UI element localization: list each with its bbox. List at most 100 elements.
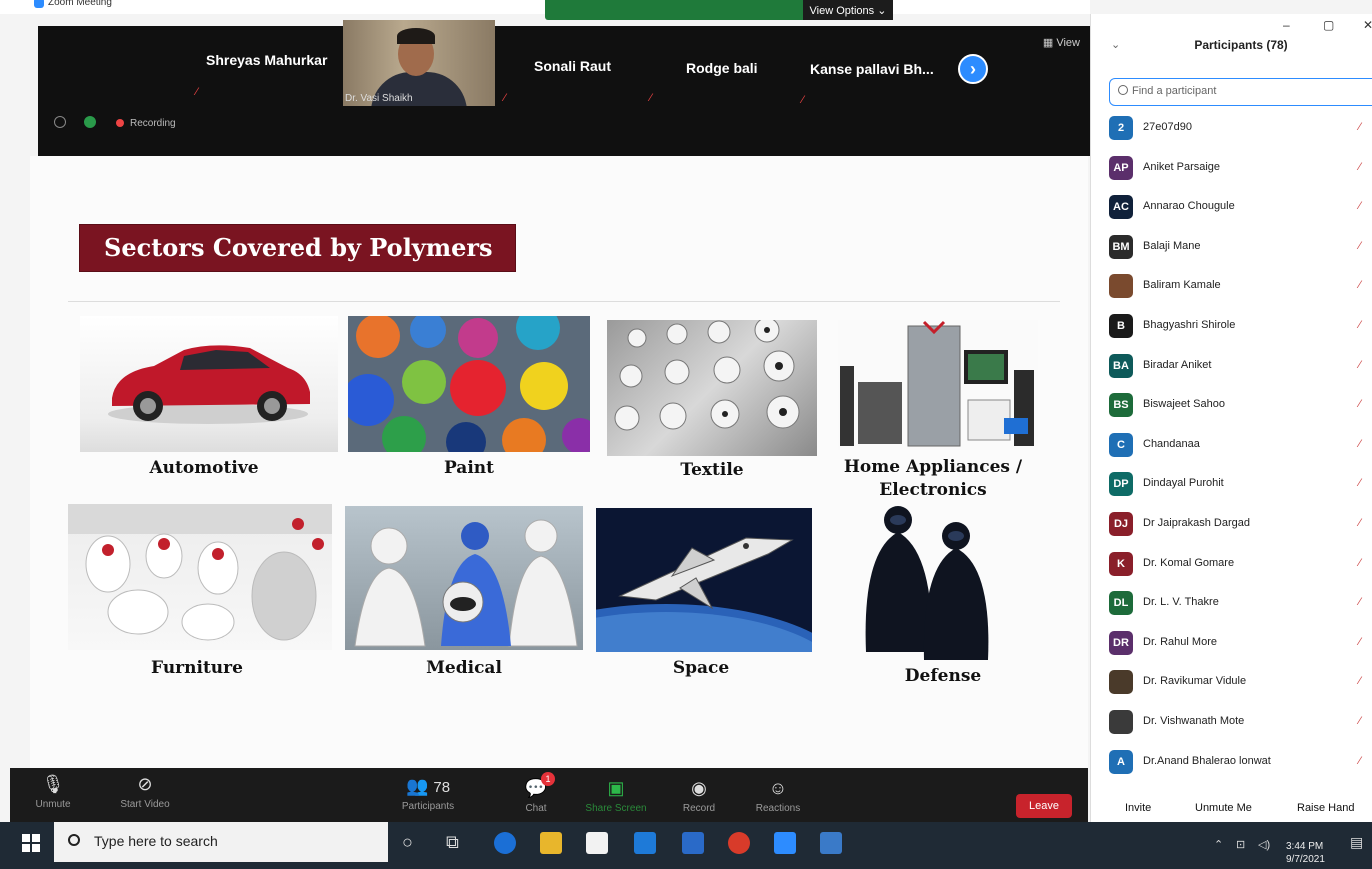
participant-row[interactable]: DR Dr. Rahul More ⁄ (1109, 630, 1372, 657)
participant-name: Biradar Aniket (1143, 358, 1212, 371)
participant-row[interactable]: DL Dr. L. V. Thakre ⁄ (1109, 591, 1372, 617)
participant-avatar: A (1109, 749, 1133, 774)
muted-mic-icon[interactable]: ⁄ (1359, 755, 1361, 767)
participant-name: Dindayal Purohit (1143, 477, 1224, 490)
sector-label: Automotive (149, 458, 259, 478)
notifications-icon[interactable]: ▤ (1350, 834, 1363, 851)
share-screen-label: Share Screen (585, 803, 647, 814)
muted-mic-icon[interactable]: ⁄ (1359, 200, 1361, 212)
muted-mic-icon[interactable]: ⁄ (1359, 319, 1361, 331)
muted-mic-icon[interactable]: ⁄ (1359, 438, 1361, 450)
participant-row[interactable]: DP Dindayal Purohit ⁄ (1109, 472, 1372, 498)
next-page-arrow-icon[interactable]: › (958, 54, 988, 84)
muted-mic-icon[interactable]: ⁄ (1359, 279, 1361, 291)
clock-time: 3:44 PM (1286, 841, 1324, 852)
share-screen-button[interactable]: ▣ Share Screen (576, 778, 656, 814)
participant-row[interactable]: Baliram Kamale ⁄ (1109, 274, 1372, 300)
muted-mic-icon[interactable]: ⁄ (1359, 636, 1361, 648)
muted-mic-icon[interactable]: ⁄ (1359, 557, 1361, 569)
reactions-icon: ☺ (768, 778, 788, 798)
recording-label: Recording (130, 118, 176, 129)
teams-icon[interactable] (682, 832, 704, 854)
participants-button[interactable]: 👥 78 Participants (398, 776, 458, 812)
participant-name: Aniket Parsaige (1143, 160, 1221, 173)
participant-name: Biswajeet Sahoo (1143, 398, 1225, 411)
participants-count: 78 (433, 779, 451, 796)
reactions-button[interactable]: ☺ Reactions (750, 778, 806, 814)
chrome-icon[interactable] (728, 832, 750, 854)
active-speaker-video[interactable]: Dr. Vasi Shaikh (343, 20, 495, 106)
video-off-icon: ⊘ (137, 774, 153, 794)
reactions-label: Reactions (755, 803, 801, 814)
network-icon[interactable]: ⊡ (1236, 838, 1245, 851)
participant-row[interactable]: BA Biradar Aniket ⁄ (1109, 353, 1372, 380)
record-button[interactable]: ◉ Record (676, 778, 722, 814)
view-options-button[interactable]: View Options ⌄ (803, 0, 893, 20)
unmute-button[interactable]: 🎙 Unmute (28, 774, 78, 810)
close-icon[interactable]: ✕ (1363, 18, 1372, 32)
muted-mic-icon: ⁄ (802, 94, 804, 106)
muted-mic-icon[interactable]: ⁄ (1359, 477, 1361, 489)
raise-hand-button[interactable]: Raise Hand (1297, 802, 1354, 814)
store-icon[interactable] (586, 832, 608, 854)
participant-search-input[interactable]: Find a participant (1109, 78, 1372, 106)
maximize-icon[interactable]: ▢ (1323, 18, 1334, 32)
photos-icon[interactable] (820, 832, 842, 854)
taskbar-search-box[interactable]: Type here to search (54, 822, 388, 862)
muted-mic-icon[interactable]: ⁄ (1359, 121, 1361, 133)
participant-name: Dr. Ravikumar Vidule (1143, 675, 1247, 688)
participant-row[interactable]: Dr. Vishwanath Mote ⁄ (1109, 710, 1372, 736)
appliances-icon (840, 320, 1034, 447)
cortana-icon[interactable]: ○ (402, 832, 413, 853)
taskbar-clock[interactable]: 3:44 PM 9/7/2021 (1286, 840, 1325, 866)
slide-title: Sectors Covered by Polymers (79, 224, 516, 272)
participants-label: Participants (401, 801, 455, 812)
participant-row[interactable]: DJ Dr Jaiprakash Dargad ⁄ (1109, 512, 1372, 538)
participant-row[interactable]: Dr. Ravikumar Vidule ⁄ (1109, 670, 1372, 696)
participant-row[interactable]: AP Aniket Parsaige ⁄ (1109, 155, 1372, 182)
file-explorer-icon[interactable] (540, 832, 562, 854)
participant-avatar (1109, 710, 1133, 734)
participant-row[interactable]: BS Biswajeet Sahoo ⁄ (1109, 393, 1372, 419)
muted-mic-icon[interactable]: ⁄ (1359, 359, 1361, 371)
muted-mic-icon[interactable]: ⁄ (1359, 596, 1361, 608)
unmute-me-button[interactable]: Unmute Me (1195, 802, 1252, 814)
muted-mic-icon[interactable]: ⁄ (1359, 398, 1361, 410)
muted-mic-icon[interactable]: ⁄ (1359, 675, 1361, 687)
muted-mic-icon[interactable]: ⁄ (1359, 161, 1361, 173)
windows-start-icon[interactable] (22, 834, 40, 852)
participant-row[interactable]: B Bhagyashri Shirole ⁄ (1109, 314, 1372, 340)
task-view-icon[interactable]: ⧉ (446, 832, 459, 853)
volume-icon[interactable]: ◁) (1258, 838, 1270, 851)
participant-search-placeholder: Find a participant (1132, 85, 1217, 97)
view-button[interactable]: ▦ View (1043, 36, 1080, 49)
participant-row[interactable]: 2 27e07d90 ⁄ (1109, 116, 1372, 142)
mail-icon[interactable] (634, 832, 656, 854)
sector-label: Paint (443, 458, 494, 478)
muted-mic-icon[interactable]: ⁄ (1359, 517, 1361, 529)
muted-mic-icon[interactable]: ⁄ (1359, 715, 1361, 727)
chat-badge: 1 (541, 772, 555, 786)
minimize-icon[interactable]: – (1283, 18, 1290, 32)
participant-row[interactable]: BM Balaji Mane ⁄ (1109, 234, 1372, 261)
invite-button[interactable]: Invite (1125, 802, 1151, 814)
participant-avatar: BS (1109, 393, 1133, 418)
sector-label: Defense (904, 666, 982, 686)
security-shield-icon[interactable] (84, 116, 96, 128)
participant-row[interactable]: AC Annarao Chougule ⁄ (1109, 195, 1372, 221)
info-icon[interactable] (54, 116, 66, 128)
participant-row[interactable]: C Chandanaa ⁄ (1109, 432, 1372, 459)
leave-button[interactable]: Leave (1016, 794, 1072, 818)
participants-panel: – ▢ ✕ ⌄ Participants (78) Find a partici… (1090, 14, 1372, 840)
participant-row[interactable]: K Dr. Komal Gomare ⁄ (1109, 551, 1372, 578)
edge-browser-icon[interactable] (494, 832, 516, 854)
participant-tile-name: Kanse pallavi Bh... (810, 61, 934, 77)
muted-mic-icon[interactable]: ⁄ (1359, 240, 1361, 252)
start-video-button[interactable]: ⊘ Start Video (110, 774, 180, 810)
zoom-taskbar-icon[interactable] (774, 832, 796, 854)
muted-mic-icon: ⁄ (504, 92, 506, 104)
tray-chevron-icon[interactable]: ⌃ (1214, 838, 1223, 851)
participant-avatar (1109, 274, 1133, 299)
participant-row[interactable]: A Dr.Anand Bhalerao lonwat ⁄ (1109, 749, 1372, 776)
car-icon (108, 345, 310, 424)
